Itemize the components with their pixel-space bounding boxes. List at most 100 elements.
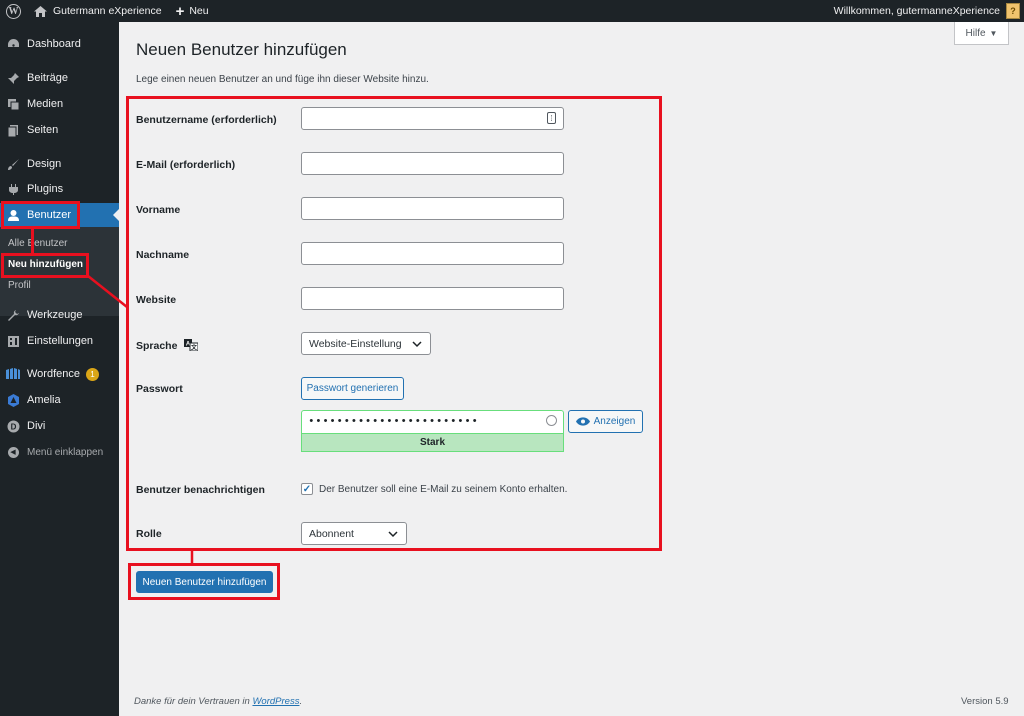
generate-password-button[interactable]: Passwort generieren bbox=[301, 377, 404, 400]
username-label: Benutzername (erforderlich) bbox=[136, 114, 277, 126]
page-description: Lege einen neuen Benutzer an und füge ih… bbox=[136, 74, 429, 85]
sidebar-item-tools[interactable]: Werkzeuge bbox=[0, 303, 119, 327]
new-label: Neu bbox=[189, 5, 209, 17]
password-strength-label: Stark bbox=[419, 437, 445, 448]
website-input[interactable] bbox=[301, 287, 564, 310]
language-label-text: Sprache bbox=[136, 340, 178, 352]
svg-text:D: D bbox=[10, 422, 16, 431]
sidebar-item-divi[interactable]: D Divi bbox=[0, 414, 119, 438]
sidebar-item-design[interactable]: Design bbox=[0, 152, 119, 176]
sidebar-item-label: Plugins bbox=[27, 183, 64, 195]
translation-icon: A文 bbox=[184, 339, 199, 352]
plugin-icon bbox=[6, 182, 20, 196]
footer-version: Version 5.9 bbox=[961, 696, 1009, 707]
notify-checkbox-text[interactable]: Der Benutzer soll eine E-Mail zu seinem … bbox=[319, 484, 567, 495]
site-name: Gutermann eXperience bbox=[53, 5, 162, 17]
sidebar-item-label: Divi bbox=[27, 420, 46, 432]
add-user-button[interactable]: Neuen Benutzer hinzufügen bbox=[136, 571, 273, 593]
email-input[interactable] bbox=[301, 152, 564, 175]
collapse-arrow-icon: ◀ bbox=[6, 445, 20, 459]
update-count-badge: 1 bbox=[86, 367, 99, 381]
firstname-input[interactable] bbox=[301, 197, 564, 220]
sidebar-item-amelia[interactable]: Amelia bbox=[0, 388, 119, 412]
password-label: Passwort bbox=[136, 383, 183, 395]
password-value: •••••••••••••••••••••••• bbox=[308, 416, 479, 428]
password-strength-meter: Stark bbox=[301, 433, 564, 452]
wrench-icon bbox=[6, 308, 20, 322]
sidebar-item-wordfence[interactable]: Wordfence 1 bbox=[0, 362, 119, 386]
sidebar-item-label: Medien bbox=[27, 98, 64, 110]
brush-icon bbox=[6, 157, 20, 171]
site-name-link[interactable]: Gutermann eXperience bbox=[28, 0, 169, 22]
divi-icon: D bbox=[6, 419, 20, 433]
help-label: Hilfe bbox=[965, 27, 986, 39]
notify-checkbox[interactable]: ✓ bbox=[301, 483, 313, 495]
language-label: Sprache A文 bbox=[136, 339, 199, 352]
media-icon bbox=[6, 97, 20, 111]
generate-password-label: Passwort generieren bbox=[306, 383, 399, 394]
settings-icon bbox=[6, 334, 20, 348]
wordpress-logo-icon: W bbox=[6, 3, 21, 19]
welcome-text: Willkommen, gutermanneXperience bbox=[833, 5, 1000, 17]
my-account-menu[interactable]: Willkommen, gutermanneXperience ? bbox=[827, 0, 1024, 22]
notify-label: Benutzer benachrichtigen bbox=[136, 484, 265, 496]
sidebar-item-dashboard[interactable]: Dashboard bbox=[0, 32, 119, 56]
role-select-value: Abonnent bbox=[309, 527, 354, 540]
plus-icon: + bbox=[175, 2, 185, 20]
sidebar-item-label: Design bbox=[27, 158, 62, 170]
sidebar-item-label: Dashboard bbox=[27, 38, 81, 50]
website-label: Website bbox=[136, 294, 177, 306]
new-content-menu[interactable]: + Neu bbox=[169, 0, 216, 22]
lastname-label: Nachname bbox=[136, 249, 190, 261]
sidebar-item-label: Einstellungen bbox=[27, 335, 94, 347]
email-label: E-Mail (erforderlich) bbox=[136, 159, 236, 171]
sidebar-item-label: Benutzer bbox=[27, 209, 72, 221]
lastname-input[interactable] bbox=[301, 242, 564, 265]
collapse-menu-label: Menü einklappen bbox=[27, 446, 104, 458]
sidebar-item-settings[interactable]: Einstellungen bbox=[0, 329, 119, 353]
svg-text:文: 文 bbox=[190, 344, 198, 352]
role-select[interactable]: Abonnent bbox=[301, 522, 407, 545]
chevron-down-icon bbox=[388, 531, 398, 538]
footer-thanks: Danke für dein Vertrauen in WordPress. bbox=[134, 696, 302, 707]
show-password-button[interactable]: Anzeigen bbox=[568, 410, 643, 433]
wordpress-logo-menu[interactable]: W bbox=[0, 0, 28, 22]
pages-icon bbox=[6, 123, 20, 137]
username-input[interactable] bbox=[301, 107, 564, 130]
add-user-button-label: Neuen Benutzer hinzufügen bbox=[142, 576, 267, 588]
password-manager-key-icon[interactable]: ⁞ bbox=[547, 112, 556, 124]
sidebar-item-label: Seiten bbox=[27, 124, 59, 136]
sidebar-item-media[interactable]: Medien bbox=[0, 92, 119, 116]
collapse-menu-button[interactable]: ◀ Menü einklappen bbox=[0, 440, 119, 464]
firstname-label: Vorname bbox=[136, 204, 181, 216]
admin-bar: W Gutermann eXperience + Neu Willkommen,… bbox=[0, 0, 1024, 22]
sidebar-item-plugins[interactable]: Plugins bbox=[0, 177, 119, 201]
help-tab-button[interactable]: Hilfe ▼ bbox=[954, 22, 1009, 45]
eye-icon bbox=[575, 417, 590, 426]
home-icon bbox=[34, 5, 47, 17]
footer-thanks-suffix: . bbox=[299, 696, 303, 707]
password-manager-icon[interactable] bbox=[546, 415, 557, 426]
footer-thanks-prefix: Danke für dein Vertrauen in bbox=[134, 696, 253, 707]
wordpress-link[interactable]: WordPress bbox=[252, 696, 299, 707]
sidebar-item-pages[interactable]: Seiten bbox=[0, 118, 119, 142]
password-input[interactable]: •••••••••••••••••••••••• bbox=[301, 410, 564, 433]
sidebar-item-label: Beiträge bbox=[27, 72, 68, 84]
submenu-profile[interactable]: Profil bbox=[8, 280, 31, 291]
language-select[interactable]: Website-Einstellung bbox=[301, 332, 431, 355]
checkmark-icon: ✓ bbox=[302, 483, 312, 495]
submenu-add-new[interactable]: Neu hinzufügen bbox=[8, 259, 83, 270]
avatar: ? bbox=[1006, 3, 1020, 19]
pin-icon bbox=[6, 71, 20, 85]
submenu-all-users[interactable]: Alle Benutzer bbox=[8, 238, 67, 249]
show-password-label: Anzeigen bbox=[593, 416, 636, 427]
page-title: Neuen Benutzer hinzufügen bbox=[136, 40, 347, 59]
sidebar-item-posts[interactable]: Beiträge bbox=[0, 66, 119, 90]
role-label: Rolle bbox=[136, 528, 162, 540]
admin-sidebar: Dashboard Beiträge Medien Seiten Design … bbox=[0, 22, 119, 716]
dashboard-icon bbox=[6, 37, 20, 51]
sidebar-item-label: Wordfence bbox=[27, 368, 80, 380]
amelia-icon bbox=[6, 393, 20, 407]
sidebar-item-users[interactable]: Benutzer bbox=[0, 203, 119, 227]
sidebar-item-label: Amelia bbox=[27, 394, 61, 406]
